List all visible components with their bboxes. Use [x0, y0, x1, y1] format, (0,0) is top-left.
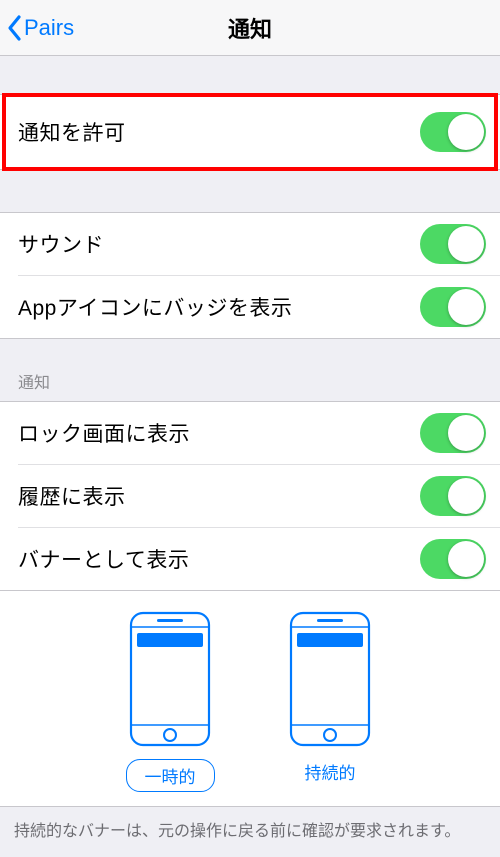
lock-label: ロック画面に表示 — [18, 418, 190, 448]
banner-style-row: 一時的 持続的 — [0, 591, 500, 807]
history-label: 履歴に表示 — [18, 481, 126, 511]
sound-badge-group: サウンド Appアイコンにバッジを表示 — [0, 212, 500, 339]
allow-notifications-row: 通知を許可 — [0, 95, 500, 169]
back-button[interactable]: Pairs — [0, 14, 74, 42]
chevron-left-icon — [6, 14, 24, 42]
sound-row: サウンド — [0, 213, 500, 275]
banner-temporary-label: 一時的 — [126, 759, 215, 792]
section-label: 通知 — [0, 339, 500, 401]
banner-persistent-option[interactable]: 持続的 — [285, 609, 375, 792]
history-toggle[interactable] — [420, 476, 486, 516]
page-title: 通知 — [0, 12, 500, 44]
display-group: ロック画面に表示 履歴に表示 バナーとして表示 — [0, 401, 500, 591]
footer-text: 持続的なバナーは、元の操作に戻る前に確認が要求されます。 — [0, 807, 500, 851]
history-row: 履歴に表示 — [0, 465, 500, 527]
sound-label: サウンド — [18, 229, 104, 259]
badge-row: Appアイコンにバッジを表示 — [0, 276, 500, 338]
sound-toggle[interactable] — [420, 224, 486, 264]
allow-label: 通知を許可 — [18, 117, 126, 147]
allow-toggle[interactable] — [420, 112, 486, 152]
header: Pairs 通知 — [0, 0, 500, 56]
banner-row: バナーとして表示 — [0, 528, 500, 590]
banner-label: バナーとして表示 — [18, 544, 189, 574]
allow-group: 通知を許可 — [0, 94, 500, 170]
banner-toggle[interactable] — [420, 539, 486, 579]
back-label: Pairs — [24, 15, 74, 41]
phone-temporary-icon — [125, 609, 215, 749]
phone-persistent-icon — [285, 609, 375, 749]
banner-persistent-label: 持続的 — [305, 759, 356, 784]
banner-temporary-option[interactable]: 一時的 — [125, 609, 215, 792]
lock-screen-row: ロック画面に表示 — [0, 402, 500, 464]
badge-label: Appアイコンにバッジを表示 — [18, 292, 292, 322]
lock-toggle[interactable] — [420, 413, 486, 453]
badge-toggle[interactable] — [420, 287, 486, 327]
